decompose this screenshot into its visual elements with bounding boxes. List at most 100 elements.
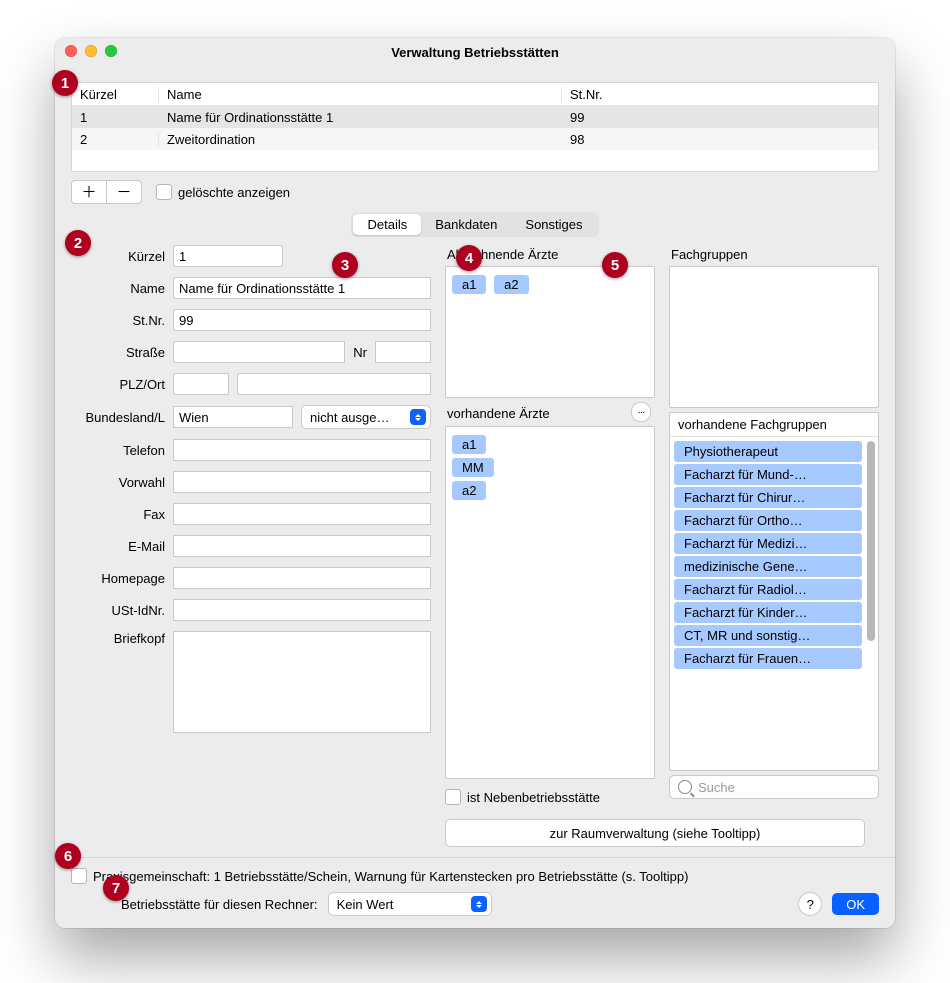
homepage-field[interactable] [173, 567, 431, 589]
rechner-label: Betriebsstätte für diesen Rechner: [121, 897, 318, 912]
list-item[interactable]: MM [452, 458, 494, 477]
list-item[interactable]: Facharzt für Ortho… [674, 510, 862, 531]
th-stnr[interactable]: St.Nr. [562, 87, 878, 102]
praxisgemeinschaft-label: Praxisgemeinschaft: 1 Betriebsstätte/Sch… [93, 869, 688, 884]
vorhandene-fachgruppen-header[interactable]: vorhandene Fachgruppen [670, 413, 878, 437]
plus-icon: ＋ [81, 185, 96, 200]
label-fax: Fax [71, 507, 165, 522]
bundesland-field[interactable]: Wien [173, 406, 293, 428]
search-icon [678, 780, 692, 794]
close-icon[interactable] [65, 45, 77, 57]
telefon-field[interactable] [173, 439, 431, 461]
annotation-badge-6: 6 [55, 843, 81, 869]
list-item[interactable]: Facharzt für Medizi… [674, 533, 862, 554]
annotation-badge-1: 1 [52, 70, 78, 96]
table-row[interactable]: 2 Zweitordination 98 [72, 128, 878, 150]
abrechnende-list[interactable]: a1 a2 [445, 266, 655, 398]
fachgruppen-search[interactable]: Suche [669, 775, 879, 799]
more-doctors-button[interactable]: ··· [631, 402, 651, 422]
traffic-lights [65, 45, 117, 57]
list-item[interactable]: Facharzt für Frauen… [674, 648, 862, 669]
label-email: E-Mail [71, 539, 165, 554]
annotation-badge-7: 7 [103, 875, 129, 901]
tab-bankdaten[interactable]: Bankdaten [421, 214, 511, 235]
rechner-select[interactable]: Kein Wert [328, 892, 492, 916]
checkbox-icon [156, 184, 172, 200]
fachgruppen-title: Fachgruppen [669, 245, 879, 262]
doctors-column: Abrechnende Ärzte a1 a2 vorhandene Ärzte… [445, 245, 655, 847]
ort-field[interactable] [237, 373, 431, 395]
list-item[interactable]: a2 [452, 481, 486, 500]
land-dropdown-value: nicht ausge… [310, 410, 406, 425]
label-nr: Nr [353, 345, 367, 360]
list-item[interactable]: Facharzt für Chirur… [674, 487, 862, 508]
land-dropdown[interactable]: nicht ausge… [301, 405, 431, 429]
checkbox-icon [445, 789, 461, 805]
list-item[interactable]: medizinische Gene… [674, 556, 862, 577]
list-item[interactable]: a2 [494, 275, 528, 294]
tab-details[interactable]: Details [353, 214, 421, 235]
minimize-icon[interactable] [85, 45, 97, 57]
divider [55, 857, 895, 858]
label-ustid: USt-IdNr. [71, 603, 165, 618]
add-remove-group: ＋ － [71, 180, 142, 204]
ok-button[interactable]: OK [832, 893, 879, 915]
email-field[interactable] [173, 535, 431, 557]
annotation-badge-3: 3 [332, 252, 358, 278]
show-deleted-checkbox[interactable]: gelöschte anzeigen [156, 184, 290, 200]
tab-sonstiges[interactable]: Sonstiges [511, 214, 596, 235]
nr-field[interactable] [375, 341, 431, 363]
vorhandene-fachgruppen-list[interactable]: Physiotherapeut Facharzt für Mund-… Fach… [670, 437, 878, 673]
scrollbar[interactable] [867, 441, 875, 641]
window-title: Verwaltung Betriebsstätten [391, 45, 559, 60]
vorhandene-aerzte-title: vorhandene Ärzte [445, 404, 552, 421]
label-briefkopf: Briefkopf [71, 631, 165, 646]
strasse-field[interactable] [173, 341, 345, 363]
minus-icon: － [116, 185, 131, 200]
kuerzel-field[interactable]: 1 [173, 245, 283, 267]
checkbox-icon [71, 868, 87, 884]
list-item[interactable]: CT, MR und sonstig… [674, 625, 862, 646]
nebenbetriebsstaette-checkbox[interactable]: ist Nebenbetriebsstätte [445, 789, 655, 805]
fachgruppen-assigned-list[interactable] [669, 266, 879, 408]
vorwahl-field[interactable] [173, 471, 431, 493]
show-deleted-label: gelöschte anzeigen [178, 185, 290, 200]
fax-field[interactable] [173, 503, 431, 525]
help-icon: ? [807, 897, 814, 912]
ustid-field[interactable] [173, 599, 431, 621]
list-item[interactable]: a1 [452, 435, 486, 454]
nebenbetriebsstaette-label: ist Nebenbetriebsstätte [467, 790, 600, 805]
plz-field[interactable] [173, 373, 229, 395]
help-button[interactable]: ? [798, 892, 822, 916]
titlebar: Verwaltung Betriebsstätten [55, 38, 895, 66]
list-item[interactable]: Facharzt für Mund-… [674, 464, 862, 485]
list-item[interactable]: Facharzt für Kinder… [674, 602, 862, 623]
annotation-badge-2: 2 [65, 230, 91, 256]
remove-button[interactable]: － [107, 180, 142, 204]
tabbar: Details Bankdaten Sonstiges [351, 212, 598, 237]
ellipsis-icon: ··· [638, 407, 645, 418]
th-kuerzel[interactable]: Kürzel [72, 87, 159, 102]
label-plzort: PLZ/Ort [71, 377, 165, 392]
annotation-badge-4: 4 [456, 245, 482, 271]
list-item[interactable]: Facharzt für Radiol… [674, 579, 862, 600]
table-row[interactable]: 1 Name für Ordinationsstätte 1 99 [72, 106, 878, 128]
sites-table[interactable]: Kürzel Name St.Nr. 1 Name für Ordination… [71, 82, 879, 172]
th-name[interactable]: Name [159, 87, 562, 102]
add-button[interactable]: ＋ [71, 180, 107, 204]
vorhandene-aerzte-list[interactable]: a1 MM a2 [445, 426, 655, 779]
label-homepage: Homepage [71, 571, 165, 586]
details-form: Kürzel 1 Name Name für Ordinationsstätte… [71, 245, 431, 847]
chevron-updown-icon [410, 409, 426, 425]
list-item[interactable]: a1 [452, 275, 486, 294]
list-item[interactable]: Physiotherapeut [674, 441, 862, 462]
briefkopf-field[interactable] [173, 631, 431, 733]
praxisgemeinschaft-checkbox[interactable]: Praxisgemeinschaft: 1 Betriebsstätte/Sch… [71, 868, 688, 884]
window: Verwaltung Betriebsstätten Kürzel Name S… [55, 38, 895, 928]
name-field[interactable]: Name für Ordinationsstätte 1 [173, 277, 431, 299]
table-header: Kürzel Name St.Nr. [72, 83, 878, 106]
annotation-badge-5: 5 [602, 252, 628, 278]
zoom-icon[interactable] [105, 45, 117, 57]
label-telefon: Telefon [71, 443, 165, 458]
stnr-field[interactable]: 99 [173, 309, 431, 331]
